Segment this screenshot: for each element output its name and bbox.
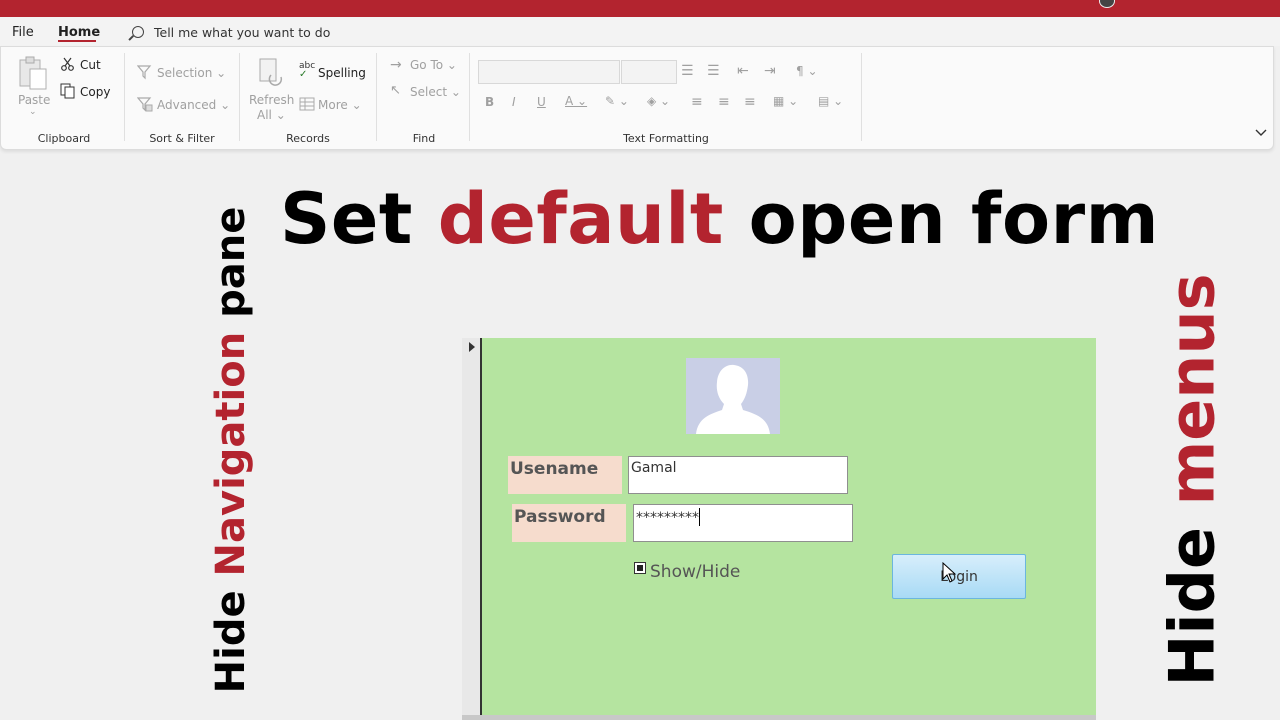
goto-button[interactable]: Go To ⌄ bbox=[410, 58, 457, 72]
username-label: Usename bbox=[508, 456, 622, 494]
alternate-row-color-icon[interactable]: ▤ ⌄ bbox=[818, 94, 843, 108]
numbering-icon[interactable]: ☰ bbox=[707, 63, 720, 79]
cut-button[interactable]: Cut bbox=[80, 58, 101, 72]
advanced-filter-icon bbox=[137, 97, 153, 112]
decrease-indent-icon[interactable]: ⇤ bbox=[737, 63, 749, 79]
record-selector[interactable] bbox=[462, 338, 482, 716]
bullets-icon[interactable]: ☰ bbox=[681, 63, 694, 79]
account-avatar[interactable] bbox=[1099, 0, 1115, 8]
tab-home[interactable]: Home bbox=[58, 25, 100, 40]
login-button[interactable]: Login bbox=[892, 554, 1026, 599]
overlay-title: Set default open form bbox=[280, 178, 1160, 260]
sort-filter-group-label: Sort & Filter bbox=[149, 132, 215, 145]
align-right-icon[interactable]: ≡ bbox=[744, 94, 756, 110]
selection-filter-icon bbox=[137, 65, 152, 80]
tell-me-search[interactable]: Tell me what you want to do bbox=[132, 25, 330, 40]
record-pointer-icon bbox=[469, 342, 475, 352]
username-field[interactable]: Gamal bbox=[628, 456, 848, 494]
paste-icon bbox=[19, 56, 47, 90]
copy-icon bbox=[60, 83, 75, 99]
font-size-dropdown[interactable] bbox=[621, 60, 677, 84]
form-scrollbar[interactable] bbox=[462, 715, 1096, 720]
form-detail-section: Usename Gamal Password ********* Show/Hi… bbox=[482, 338, 1096, 716]
user-avatar-icon bbox=[686, 358, 780, 434]
more-table-icon bbox=[299, 97, 315, 111]
menu-bar: File Home Tell me what you want to do bbox=[0, 17, 1280, 46]
text-formatting-group-label: Text Formatting bbox=[623, 132, 709, 145]
search-icon bbox=[132, 26, 144, 38]
group-separator bbox=[124, 53, 125, 141]
advanced-button[interactable]: Advanced ⌄ bbox=[157, 98, 230, 112]
bold-icon[interactable]: B bbox=[485, 95, 494, 109]
italic-icon[interactable]: I bbox=[512, 95, 516, 109]
tab-file[interactable]: File bbox=[12, 25, 34, 40]
ribbon: Paste ⌄ Cut Copy Clipboard Selection ⌄ A… bbox=[0, 46, 1274, 150]
group-separator bbox=[861, 53, 862, 141]
clipboard-group-label: Clipboard bbox=[37, 132, 91, 145]
login-form-window: Usename Gamal Password ********* Show/Hi… bbox=[462, 338, 1096, 720]
paste-button[interactable]: Paste bbox=[18, 93, 50, 107]
group-separator bbox=[469, 53, 470, 141]
select-pointer-icon: ↖ bbox=[390, 83, 401, 98]
underline-icon[interactable]: U bbox=[537, 95, 546, 109]
title-bar bbox=[0, 0, 1280, 17]
group-separator bbox=[239, 53, 240, 141]
align-center-icon[interactable]: ≡ bbox=[718, 94, 730, 110]
records-group-label: Records bbox=[286, 132, 330, 145]
fill-color-icon[interactable]: ◈ ⌄ bbox=[647, 94, 670, 108]
refresh-icon bbox=[259, 58, 283, 86]
show-hide-checkbox[interactable] bbox=[634, 562, 646, 574]
goto-arrow-icon: → bbox=[390, 57, 402, 73]
show-hide-label: Show/Hide bbox=[650, 562, 741, 582]
collapse-ribbon-icon[interactable] bbox=[1255, 129, 1267, 137]
select-button[interactable]: Select ⌄ bbox=[410, 85, 461, 99]
refresh-all-label[interactable]: All ⌄ bbox=[257, 108, 286, 122]
paste-dropdown-icon[interactable]: ⌄ bbox=[29, 107, 37, 117]
text-caret bbox=[699, 508, 700, 526]
font-color-icon[interactable]: A ⌄ bbox=[565, 94, 587, 108]
align-left-icon[interactable]: ≡ bbox=[691, 94, 703, 110]
password-value: ********* bbox=[636, 510, 699, 526]
selection-button[interactable]: Selection ⌄ bbox=[157, 66, 226, 80]
active-tab-indicator bbox=[58, 40, 96, 42]
refresh-all-button[interactable]: Refresh bbox=[249, 93, 294, 107]
highlight-icon[interactable]: ✎ ⌄ bbox=[605, 94, 629, 108]
scissors-icon bbox=[61, 57, 74, 71]
more-button[interactable]: More ⌄ bbox=[318, 98, 362, 112]
copy-button[interactable]: Copy bbox=[80, 85, 110, 99]
increase-indent-icon[interactable]: ⇥ bbox=[764, 63, 776, 79]
font-name-dropdown[interactable] bbox=[478, 60, 620, 84]
mouse-cursor-icon bbox=[942, 562, 956, 583]
overlay-hide-navigation-pane: Hide Navigation pane bbox=[208, 206, 254, 694]
paragraph-direction-icon[interactable]: ¶ ⌄ bbox=[796, 64, 818, 78]
group-separator bbox=[376, 53, 377, 141]
password-label: Password bbox=[512, 504, 626, 542]
spelling-button[interactable]: Spelling bbox=[318, 66, 366, 80]
gridlines-icon[interactable]: ▦ ⌄ bbox=[773, 94, 798, 108]
overlay-hide-menus: Hide menus bbox=[1155, 273, 1229, 687]
spelling-check-icon: ✓ bbox=[299, 69, 308, 80]
password-field[interactable]: ********* bbox=[633, 504, 853, 542]
tell-me-text: Tell me what you want to do bbox=[154, 25, 331, 40]
find-group-label: Find bbox=[412, 132, 436, 145]
